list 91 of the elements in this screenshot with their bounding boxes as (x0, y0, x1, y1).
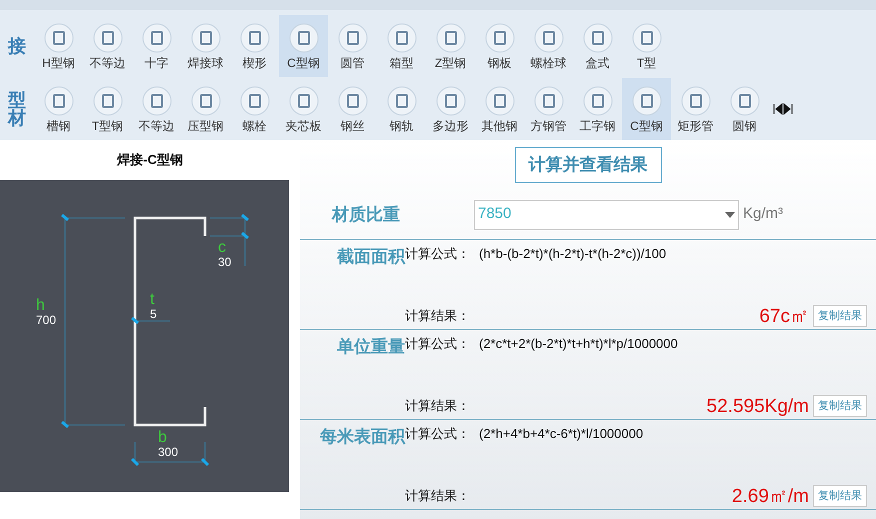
formula-label: 计算公式： (405, 425, 471, 441)
result-label: 计算结果： (405, 486, 470, 504)
profile-shape-icon (436, 22, 466, 52)
calculate-button[interactable]: 计算并查看结果 (514, 147, 662, 183)
profile-shape-icon (436, 86, 466, 116)
dimension-value: 300 (158, 446, 178, 458)
toolbar-side-label: 接 (6, 36, 27, 54)
density-label: 材质比重 (330, 204, 401, 226)
profile-tool-button[interactable]: 多边形 (426, 78, 475, 140)
formula-label: 计算公式： (405, 335, 471, 353)
profile-shape-icon (240, 86, 270, 116)
dropdown-caret-icon (725, 212, 735, 218)
section-title: 每米表面积 (319, 426, 405, 448)
profile-shape-icon (190, 22, 220, 52)
profile-tool-button[interactable]: 螺栓球 (524, 14, 573, 76)
profile-tool-button[interactable]: 楔形 (230, 14, 279, 76)
profile-shape-icon (632, 22, 662, 52)
profile-shape-icon (338, 86, 368, 116)
profile-shape-icon (534, 22, 564, 52)
formula-text: (2*h+4*b+4*c-6*t)*l/1000000 (479, 425, 644, 443)
profile-shape-icon (92, 22, 122, 52)
copy-result-button[interactable]: 复制结果 (813, 394, 867, 417)
dimension-symbol: h (36, 298, 46, 314)
formula-text: (2*c*t+2*(b-2*t)*t+h*t)*l*p/1000000 (479, 335, 678, 353)
profile-shape-icon (190, 86, 220, 116)
result-value: 2.69㎡/m (732, 487, 809, 507)
result-value: 52.595Kg/m (706, 397, 809, 417)
profile-shape-icon (142, 86, 172, 116)
profile-tool-button[interactable]: 圆钢 (720, 78, 769, 140)
profile-shape-icon (582, 22, 612, 52)
profile-shape-icon (142, 22, 172, 52)
dimension-symbol: c (218, 240, 227, 256)
profile-tool-button[interactable]: 压型钢 (181, 78, 230, 140)
profile-tool-button[interactable]: 十字 (132, 14, 181, 76)
diagram-title: 焊接-C型钢 (117, 151, 183, 170)
profile-shape-icon (484, 22, 514, 52)
dimension-value: 700 (36, 314, 56, 326)
copy-result-button[interactable]: 复制结果 (813, 484, 867, 507)
density-unit: Kg/m³ (743, 204, 784, 224)
profile-shape-icon (632, 86, 662, 116)
profile-tool-button[interactable]: 夹芯板 (279, 78, 328, 140)
profile-tool-button[interactable]: 槽钢 (34, 78, 83, 140)
profile-shape-icon (288, 86, 318, 116)
profile-shape-icon (386, 86, 416, 116)
profile-tool-button[interactable]: T型 (622, 14, 671, 76)
profile-tool-button[interactable]: 其他钢 (475, 78, 524, 140)
result-label: 计算结果： (405, 396, 470, 414)
profile-tool-button[interactable]: Z型钢 (426, 14, 475, 76)
profile-tool-button[interactable]: 焊接球 (181, 14, 230, 76)
profile-shape-icon (386, 22, 416, 52)
toolbar-side-label: 型材 (6, 90, 27, 126)
profile-tool-button[interactable]: 不等边 (132, 78, 181, 140)
dimension-symbol: t (150, 292, 156, 308)
profile-tool-button[interactable]: 盒式 (573, 14, 622, 76)
profile-tool-button[interactable]: 箱型 (377, 14, 426, 76)
scroll-right-icon[interactable] (783, 102, 793, 114)
profile-tool-button[interactable]: 钢板 (475, 14, 524, 76)
profile-shape-icon (92, 86, 122, 116)
profile-tool-button[interactable]: T型钢 (83, 78, 132, 140)
dimension-symbol: b (158, 430, 168, 446)
profile-shape-icon (534, 86, 564, 116)
scroll-left-icon[interactable] (773, 102, 783, 114)
profile-tool-button[interactable]: H型钢 (34, 14, 83, 76)
profile-shape-icon (730, 86, 760, 116)
profile-tool-button[interactable]: 方钢管 (524, 78, 573, 140)
formula-text: (h*b-(b-2*t)*(h-2*t)-t*(h-2*c))/100 (479, 245, 666, 263)
profile-tool-button[interactable]: 不等边 (83, 14, 132, 76)
formula-label: 计算公式： (405, 245, 471, 261)
profile-shape-icon (44, 22, 74, 52)
dimension-value: 5 (150, 308, 157, 320)
profile-tool-button[interactable]: C型钢 (622, 78, 671, 140)
profile-shape-icon (44, 86, 74, 116)
profile-shape-icon (288, 22, 318, 52)
profile-tool-button[interactable]: 钢丝 (328, 78, 377, 140)
dimension-value: 30 (218, 256, 232, 268)
result-value: 67c㎡ (759, 307, 809, 327)
profile-tool-button[interactable]: 工字钢 (573, 78, 622, 140)
profile-tool-button[interactable]: C型钢 (279, 14, 328, 76)
profile-tool-button[interactable]: 圆管 (328, 14, 377, 76)
profile-shape-icon (484, 86, 514, 116)
profile-tool-button[interactable]: 钢轨 (377, 78, 426, 140)
profile-tool-button[interactable]: 螺栓 (230, 78, 279, 140)
copy-result-button[interactable]: 复制结果 (813, 304, 867, 327)
result-label: 计算结果： (405, 306, 470, 324)
profile-shape-icon (338, 22, 368, 52)
profile-shape-icon (240, 22, 270, 52)
profile-tool-button[interactable]: 矩形管 (671, 78, 720, 140)
profile-shape-icon (680, 86, 710, 116)
section-title: 截面面积 (336, 246, 405, 268)
profile-shape-icon (582, 86, 612, 116)
section-title: 单位重量 (336, 336, 405, 358)
